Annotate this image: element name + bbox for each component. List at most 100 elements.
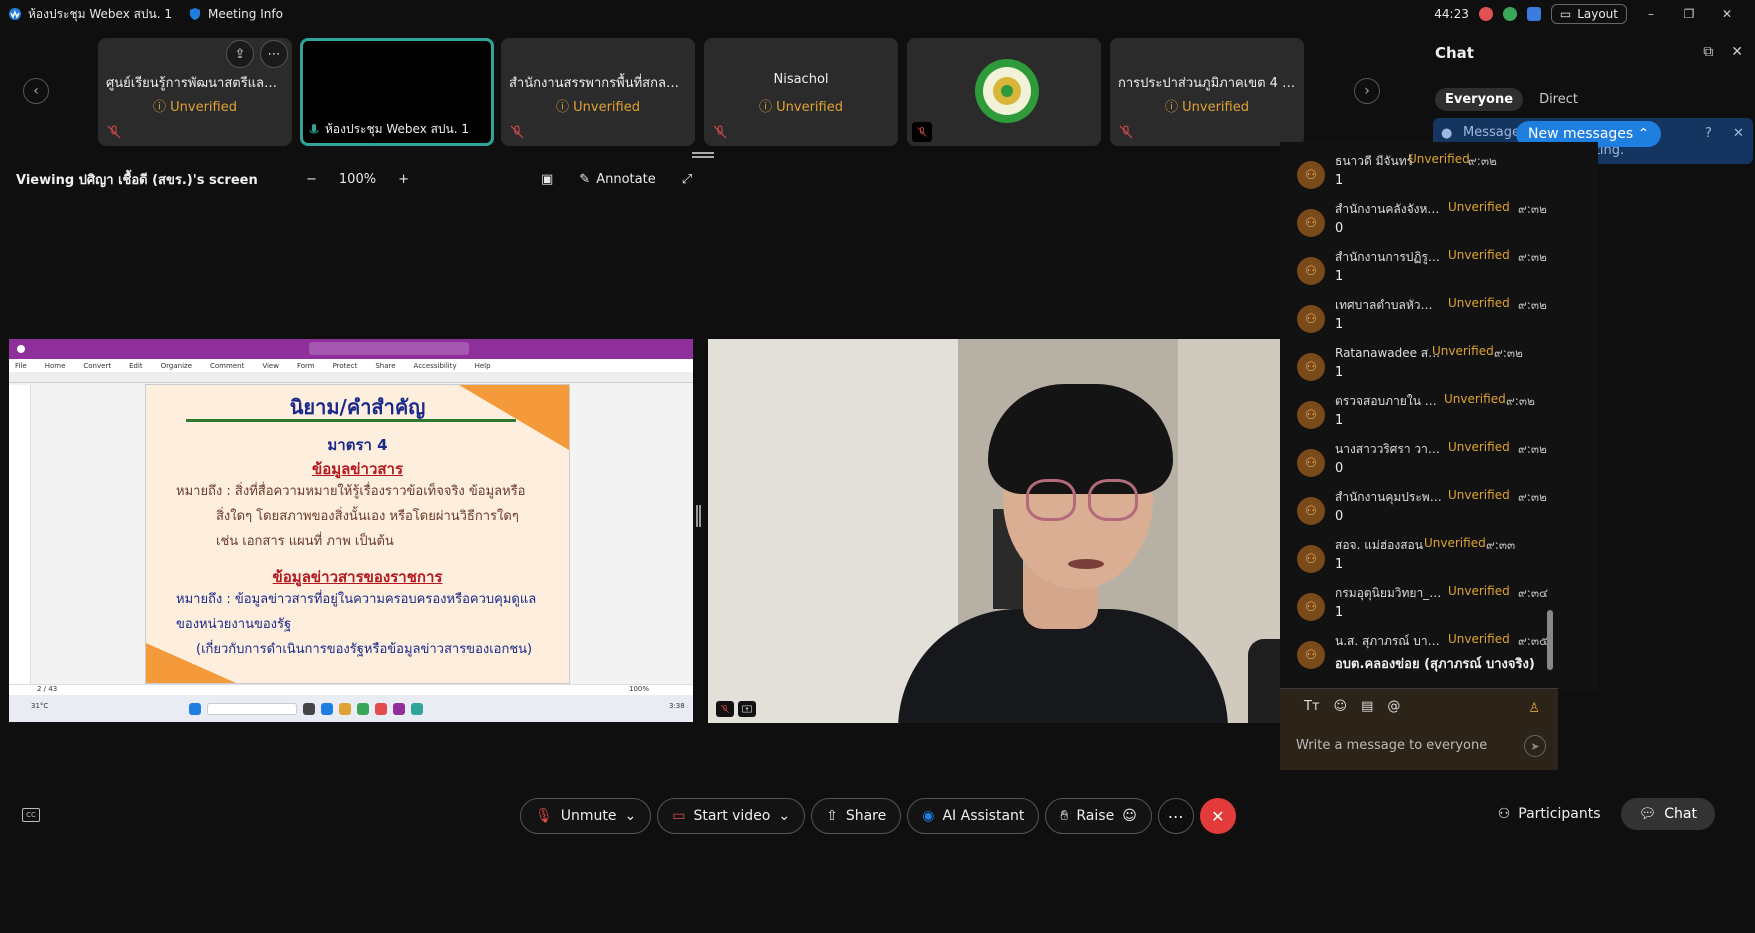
pdf-app-toolbar bbox=[9, 339, 693, 359]
ai-assistant-icon: ◉ bbox=[922, 808, 935, 824]
annotate-button[interactable]: ✎ Annotate bbox=[579, 172, 655, 187]
breakout-icon[interactable]: ⇪ bbox=[226, 40, 254, 68]
window-title: ห้องประชุม Webex สปน. 1 bbox=[28, 6, 173, 21]
taskbar-app-icon bbox=[393, 702, 405, 715]
scroll-thumb[interactable] bbox=[1547, 610, 1553, 670]
sender-status: Unverified bbox=[1448, 488, 1510, 502]
menu-item: Share bbox=[375, 361, 396, 370]
sender-name: ตรวจสอบภายใน สอค. bbox=[1335, 394, 1443, 408]
chat-button[interactable]: 💬︎ Chat bbox=[1620, 798, 1715, 830]
message-text: 1 bbox=[1335, 269, 1344, 284]
captions-button[interactable]: CC bbox=[22, 808, 40, 822]
speaker-glasses bbox=[1088, 479, 1138, 521]
raise-hand-button[interactable]: ✋︎ Raise ☺ bbox=[1045, 798, 1152, 834]
remote-control-icon[interactable]: ▣ bbox=[541, 172, 553, 187]
message-time: ๙:๓๒ bbox=[1518, 298, 1547, 312]
meeting-controls: CC 🎙︎ Unmute ⌄ ▭ Start video ⌄ ⇧ Share ◉… bbox=[0, 795, 1755, 835]
slide-text: สิ่งใดๆ โดยสภาพของสิ่งนั้นเอง หรือโดยผ่า… bbox=[216, 509, 519, 524]
guest-avatar-icon: ⚇ bbox=[1297, 545, 1325, 573]
participant-status: ⓘ Unverified bbox=[556, 100, 640, 115]
emoji-icon[interactable]: ☺ bbox=[1334, 699, 1348, 714]
stats-icon[interactable] bbox=[1502, 7, 1517, 21]
participant-tile[interactable] bbox=[907, 38, 1101, 146]
participant-tile[interactable]: ⇪ ⋯ ศูนย์เรียนรู้การพัฒนาสตรีและค... ⓘ U… bbox=[98, 38, 292, 146]
minimize-icon[interactable]: – bbox=[1637, 7, 1665, 21]
zoom-in-icon[interactable]: + bbox=[398, 172, 409, 187]
menu-item: File bbox=[15, 361, 27, 370]
restore-icon[interactable]: ❐ bbox=[1675, 7, 1703, 21]
participant-tile[interactable]: การประปาส่วนภูมิภาคเขต 4 (นิ... ⓘ Unveri… bbox=[1110, 38, 1304, 146]
video-off-icon: ▭ bbox=[672, 808, 686, 824]
message-time: ๙:๓๕ bbox=[1518, 634, 1549, 648]
chat-scrollbar[interactable] bbox=[1547, 155, 1553, 685]
mic-muted-icon bbox=[510, 125, 524, 139]
menu-item: Edit bbox=[129, 361, 143, 370]
leave-meeting-button[interactable]: ✕ bbox=[1199, 798, 1236, 834]
guest-avatar-icon: ⚇ bbox=[1297, 497, 1325, 525]
chevron-left-icon: ‹ bbox=[33, 83, 39, 99]
share-button[interactable]: ⇧ Share bbox=[811, 798, 902, 834]
message-text: อบต.คลองข่อย (สุภาภรณ์ บางจริง) bbox=[1335, 657, 1535, 672]
menu-item: Protect bbox=[332, 361, 358, 370]
shared-screen[interactable]: File Home Convert Edit Organize Comment … bbox=[9, 339, 693, 722]
weather-text: 31°C bbox=[31, 702, 49, 710]
tab-direct[interactable]: Direct bbox=[1529, 88, 1588, 111]
slide-subheading: ข้อมูลข่าวสารของราชการ bbox=[272, 568, 443, 586]
close-window-icon[interactable]: ✕ bbox=[1713, 7, 1741, 21]
menu-item: Convert bbox=[83, 361, 112, 370]
reactions-icon[interactable]: ☺ bbox=[1122, 808, 1137, 824]
strip-prev-button[interactable]: ‹ bbox=[23, 78, 49, 104]
sender-status: Unverified bbox=[1448, 440, 1510, 454]
participant-tile[interactable]: สำนักงานสรรพากรพื้นที่สกลนคร ⓘ Unverifie… bbox=[501, 38, 695, 146]
tab-everyone[interactable]: Everyone bbox=[1435, 88, 1524, 111]
app-logo-icon bbox=[17, 345, 25, 353]
chevron-down-icon[interactable]: ⌄ bbox=[625, 808, 637, 824]
message-text: 1 bbox=[1335, 317, 1344, 332]
ai-assistant-button[interactable]: ◉ AI Assistant bbox=[907, 798, 1040, 834]
close-banner-icon[interactable]: ✕ bbox=[1733, 126, 1744, 141]
more-options-icon[interactable]: ⋯ bbox=[260, 40, 288, 68]
fullscreen-icon[interactable]: ⤢ bbox=[682, 172, 692, 187]
pdf-search-box bbox=[309, 342, 469, 355]
layout-button[interactable]: ▭ Layout bbox=[1550, 4, 1627, 24]
sender-name: นางสาววริศรา วายุแ... bbox=[1335, 442, 1443, 456]
participant-tile-active[interactable]: ห้องประชุม Webex สปน. 1 bbox=[300, 38, 494, 146]
status-text: Unverified bbox=[1182, 100, 1249, 115]
sender-status: Unverified bbox=[1424, 536, 1486, 550]
zoom-controls: − 100% + bbox=[306, 172, 409, 187]
split-resize-handle[interactable] bbox=[696, 505, 701, 527]
strip-next-button[interactable]: › bbox=[1354, 78, 1380, 104]
chat-message-input[interactable]: Write a message to everyone bbox=[1296, 738, 1487, 753]
message-time: ๙:๓๔ bbox=[1518, 586, 1549, 600]
message-time: ๙:๓๒ bbox=[1518, 490, 1547, 504]
help-icon[interactable]: ? bbox=[1705, 126, 1712, 141]
zoom-out-icon[interactable]: − bbox=[306, 172, 317, 187]
text-format-icon[interactable]: Tт bbox=[1304, 699, 1320, 714]
calendar-icon[interactable] bbox=[1526, 7, 1541, 21]
participants-button[interactable]: ⚇ Participants bbox=[1488, 806, 1611, 822]
participant-tile[interactable]: Nisachol ⓘ Unverified bbox=[704, 38, 898, 146]
taskbar-app-icon bbox=[321, 702, 333, 715]
chevron-down-icon[interactable]: ⌄ bbox=[778, 808, 790, 824]
taskbar-app-icon bbox=[339, 702, 351, 715]
hand-icon: ✋︎ bbox=[1060, 808, 1069, 824]
title-bar: ห้องประชุม Webex สปน. 1 Meeting Info 44:… bbox=[0, 0, 1755, 28]
strip-resize-handle[interactable] bbox=[692, 152, 714, 158]
recipient-icon[interactable]: ♙ bbox=[1528, 701, 1540, 716]
close-chat-icon[interactable]: ✕ bbox=[1731, 44, 1743, 60]
participant-name: ศูนย์เรียนรู้การพัฒนาสตรีและค... bbox=[106, 76, 292, 91]
guest-avatar-icon: ⚇ bbox=[1297, 401, 1325, 429]
meeting-info-button[interactable]: Meeting Info bbox=[188, 7, 283, 21]
mention-icon[interactable]: @ bbox=[1387, 699, 1400, 714]
new-messages-label: New messages bbox=[1528, 126, 1634, 142]
info-icon: ● bbox=[1441, 126, 1453, 141]
mic-muted-icon bbox=[107, 125, 121, 139]
more-button[interactable]: ⋯ bbox=[1157, 798, 1194, 834]
unmute-button[interactable]: 🎙︎ Unmute ⌄ bbox=[520, 798, 652, 834]
start-video-button[interactable]: ▭ Start video ⌄ bbox=[657, 798, 806, 834]
popout-icon[interactable]: ⧉ bbox=[1703, 44, 1713, 60]
guest-avatar-icon: ⚇ bbox=[1297, 257, 1325, 285]
send-icon[interactable]: ➤ bbox=[1524, 735, 1546, 757]
clock-text: 3:38 bbox=[669, 702, 685, 710]
gif-icon[interactable]: ▤ bbox=[1361, 699, 1373, 714]
